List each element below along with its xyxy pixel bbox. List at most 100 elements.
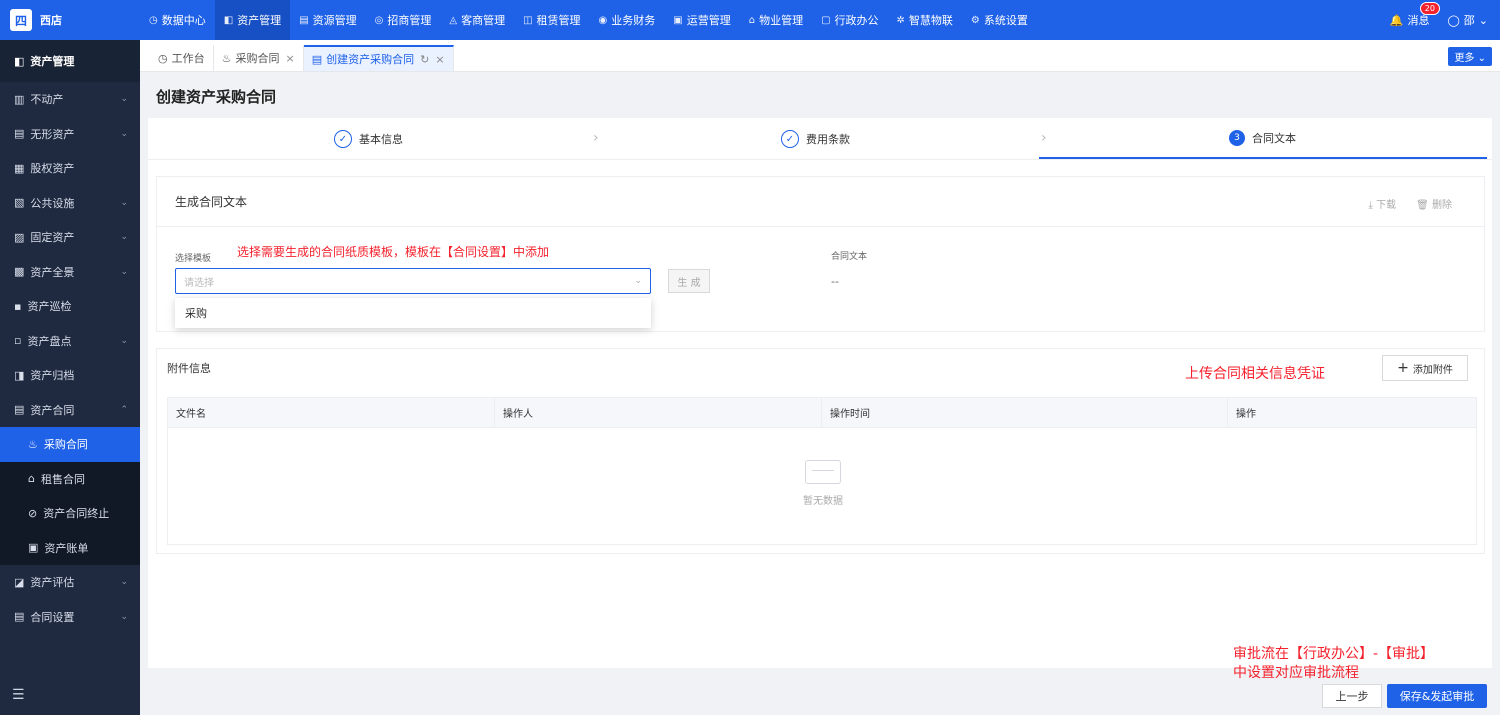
sidebar-item-label: 资产全景 bbox=[30, 265, 75, 279]
sidebar-item[interactable]: ▣ 资产账单 bbox=[0, 530, 140, 565]
delete-button[interactable]: 🗑 删除 bbox=[1416, 196, 1452, 211]
menu-icon: ▥ bbox=[14, 92, 25, 106]
collapse-menu-icon[interactable]: ☰ bbox=[12, 687, 25, 703]
topnav-item[interactable]: ✲ 智慧物联 bbox=[888, 0, 962, 40]
attachments-table: 文件名 操作人 操作时间 操作 暂无数据 bbox=[167, 397, 1477, 545]
tab-item[interactable]: ▤ 创建资产采购合同 ↻ × bbox=[303, 45, 454, 71]
topnav-item[interactable]: ◫ 租赁管理 bbox=[514, 0, 589, 40]
refresh-icon[interactable]: ↻ bbox=[420, 53, 429, 66]
topnav-label: 资源管理 bbox=[312, 14, 357, 27]
add-attachment-button[interactable]: + 添加附件 bbox=[1382, 355, 1468, 381]
topnav-item[interactable]: ⌂ 物业管理 bbox=[740, 0, 812, 40]
sidebar-item[interactable]: ▤ 无形资产 ⌄ bbox=[0, 117, 140, 152]
top-nav-menu: ◷ 数据中心 ◧ 资产管理 ▤ 资源管理 ◎ 招商管理 ◬ 客商管理 ◫ 租赁管理 ◉ 业务财务 ▣ 运营管理… bbox=[140, 0, 1037, 40]
topnav-label: 业务财务 bbox=[611, 14, 656, 27]
tab-icon: ◷ bbox=[158, 51, 168, 65]
menu-icon: ▧ bbox=[14, 196, 25, 210]
sidebar-item-label: 公共设施 bbox=[30, 196, 75, 210]
tab-icon: ♨ bbox=[221, 51, 232, 65]
sidebar-item-label: 合同设置 bbox=[30, 610, 75, 624]
step-label: 合同文本 bbox=[1252, 132, 1296, 145]
sidebar-title: 资产管理 bbox=[30, 55, 75, 68]
menu-icon: ▤ bbox=[14, 610, 25, 624]
sidebar-item[interactable]: ▧ 公共设施 ⌄ bbox=[0, 186, 140, 221]
sidebar-item[interactable]: ⌂ 租售合同 bbox=[0, 461, 140, 496]
template-option-purchase[interactable]: 采购 bbox=[175, 298, 651, 328]
topnav-item[interactable]: ◧ 资产管理 bbox=[214, 0, 291, 40]
sidebar-item[interactable]: ◨ 资产归档 bbox=[0, 358, 140, 393]
empty-state: 暂无数据 bbox=[168, 460, 1478, 507]
chevron-icon: ⌄ bbox=[120, 577, 128, 588]
column-header-operator: 操作人 bbox=[495, 397, 822, 428]
sidebar-item-label: 资产账单 bbox=[44, 541, 89, 555]
sidebar-item[interactable]: ▥ 不动产 ⌄ bbox=[0, 82, 140, 117]
sidebar-item-label: 资产合同终止 bbox=[43, 507, 110, 521]
sidebar-item-label: 固定资产 bbox=[30, 231, 75, 245]
generate-button[interactable]: 生 成 bbox=[668, 269, 710, 293]
close-icon[interactable]: × bbox=[435, 53, 444, 66]
messages-count-badge: 20 bbox=[1419, 2, 1440, 15]
topnav-item[interactable]: ◬ 客商管理 bbox=[440, 0, 514, 40]
tab-item[interactable]: ◷ 工作台 bbox=[150, 45, 214, 71]
step-label: 费用条款 bbox=[806, 133, 850, 146]
page-title: 创建资产采购合同 bbox=[156, 88, 277, 106]
template-select-placeholder: 请选择 bbox=[184, 277, 214, 289]
topnav-item[interactable]: ⚙ 系统设置 bbox=[962, 0, 1037, 40]
menu-icon: ▪ bbox=[14, 299, 22, 313]
download-button[interactable]: ⤓ 下载 bbox=[1369, 196, 1397, 211]
chevron-right-icon: › bbox=[1041, 130, 1047, 146]
messages-button[interactable]: 🔔 消息 20 bbox=[1390, 2, 1440, 28]
empty-box-icon bbox=[805, 460, 841, 484]
step-fee-terms[interactable]: ✓ 费用条款 bbox=[781, 130, 850, 148]
sidebar-item-label: 股权资产 bbox=[30, 162, 75, 176]
main-card: ✓ 基本信息 › ✓ 费用条款 › 3 合同文本 生成合同文本 ⤓ 下载 🗑 删… bbox=[148, 118, 1492, 668]
nav-icon: ▤ bbox=[299, 14, 309, 26]
close-icon[interactable]: × bbox=[285, 52, 294, 65]
tab-item[interactable]: ♨ 采购合同 × bbox=[214, 45, 304, 71]
nav-icon: ◷ bbox=[149, 14, 158, 26]
topnav-item[interactable]: ▤ 资源管理 bbox=[290, 0, 365, 40]
previous-step-button[interactable]: 上一步 bbox=[1322, 684, 1382, 708]
nav-icon: ◬ bbox=[449, 14, 458, 26]
contract-text-label: 合同文本 bbox=[831, 252, 868, 262]
sidebar-item[interactable]: ▫ 资产盘点 ⌄ bbox=[0, 324, 140, 359]
column-header-action: 操作 bbox=[1236, 409, 1256, 420]
sidebar-item[interactable]: ▩ 资产全景 ⌄ bbox=[0, 255, 140, 290]
sidebar-item[interactable]: ▦ 股权资产 bbox=[0, 151, 140, 186]
sidebar-item[interactable]: ▤ 合同设置 ⌄ bbox=[0, 600, 140, 635]
approval-note-line: 中设置对应审批流程 bbox=[1233, 665, 1359, 681]
topnav-item[interactable]: ◷ 数据中心 bbox=[140, 0, 215, 40]
attachments-note: 上传合同相关信息凭证 bbox=[1185, 366, 1325, 382]
more-tabs-button[interactable]: 更多 ⌄ bbox=[1448, 47, 1492, 66]
menu-icon: ▤ bbox=[14, 127, 25, 141]
sidebar-item[interactable]: ▪ 资产巡检 bbox=[0, 289, 140, 324]
topnav-item[interactable]: ◉ 业务财务 bbox=[590, 0, 665, 40]
chevron-down-icon: ⌄ bbox=[1478, 13, 1488, 27]
user-avatar-icon: ◯ bbox=[1447, 13, 1460, 27]
topnav-label: 数据中心 bbox=[161, 14, 206, 27]
sidebar-item[interactable]: ◪ 资产评估 ⌄ bbox=[0, 565, 140, 600]
panel-actions: ⤓ 下载 🗑 删除 bbox=[1369, 196, 1452, 211]
sidebar-item[interactable]: ▨ 固定资产 ⌄ bbox=[0, 220, 140, 255]
topnav-label: 系统设置 bbox=[983, 14, 1028, 27]
topnav-item[interactable]: ▣ 运营管理 bbox=[664, 0, 739, 40]
sidebar-item[interactable]: ▤ 资产合同 ⌃ bbox=[0, 393, 140, 428]
template-select[interactable]: 请选择 ⌄ bbox=[175, 268, 651, 294]
user-menu[interactable]: ◯ 邵 ⌄ bbox=[1447, 12, 1488, 28]
menu-icon: ▦ bbox=[14, 161, 25, 175]
topnav-item[interactable]: ▢ 行政办公 bbox=[812, 0, 887, 40]
chevron-icon: ⌄ bbox=[120, 94, 128, 105]
topnav-item[interactable]: ◎ 招商管理 bbox=[366, 0, 441, 40]
app-logo[interactable]: 四 西店 bbox=[0, 0, 140, 40]
sidebar-item[interactable]: ♨ 采购合同 bbox=[0, 427, 140, 462]
save-submit-approval-button[interactable]: 保存&发起审批 bbox=[1387, 684, 1487, 708]
tab-icon: ▤ bbox=[311, 52, 323, 66]
approval-note-line: 审批流在【行政办公】-【审批】 bbox=[1233, 646, 1435, 662]
top-right-area: 🔔 消息 20 ◯ 邵 ⌄ bbox=[1390, 0, 1488, 40]
menu-icon: ◨ bbox=[14, 368, 25, 382]
step-basic-info[interactable]: ✓ 基本信息 bbox=[334, 130, 403, 148]
sidebar-item[interactable]: ⊘ 资产合同终止 bbox=[0, 496, 140, 531]
step-contract-text[interactable]: 3 合同文本 bbox=[1229, 130, 1296, 146]
topnav-label: 租赁管理 bbox=[536, 14, 581, 27]
chevron-right-icon: › bbox=[593, 130, 599, 146]
